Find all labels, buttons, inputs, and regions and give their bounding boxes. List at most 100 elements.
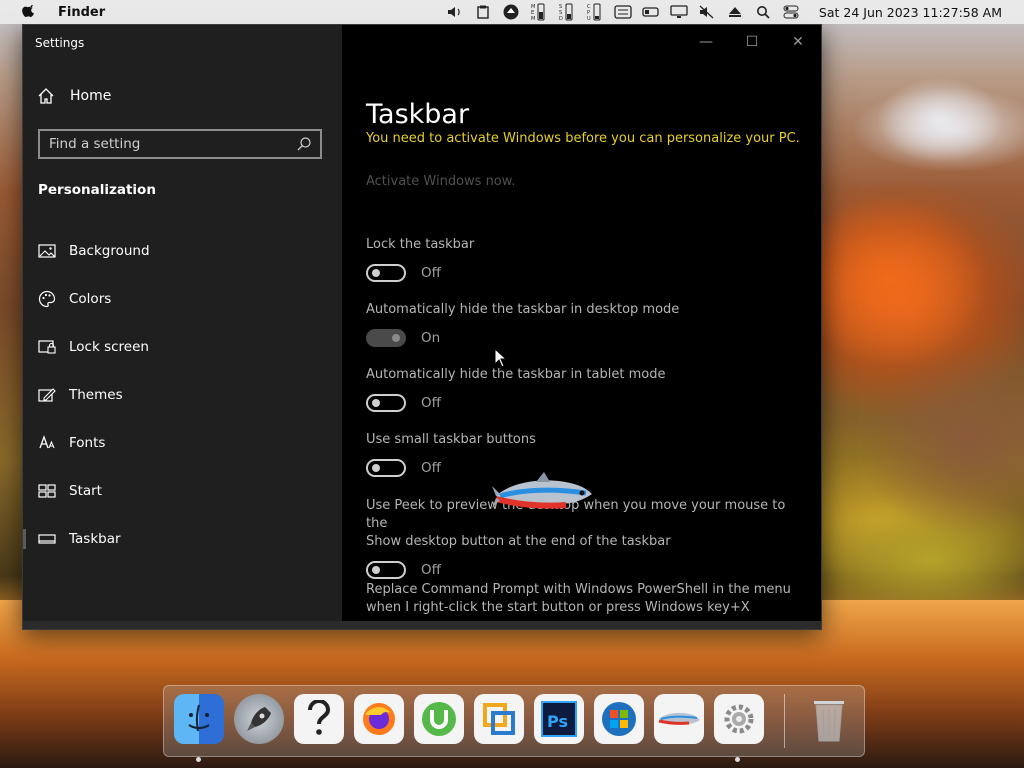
fish-sticker-icon [492,472,592,509]
memory-meter-icon[interactable]: MEM [528,3,550,22]
system-preferences-icon[interactable] [714,694,764,744]
setting-powershell: Replace Command Prompt with Windows Powe… [366,581,806,617]
nav-item-fonts[interactable]: Fonts [23,419,342,467]
dock-divider [784,694,785,748]
window-controls: — ☐ ✕ [683,25,821,59]
nav-item-label: Start [69,483,102,499]
apple-menu-icon[interactable] [22,5,36,19]
eject-icon[interactable] [724,3,746,21]
setting-label: Automatically hide the taskbar in tablet… [366,367,666,382]
fonts-icon [38,434,56,452]
setting-autohide-desktop: Automatically hide the taskbar in deskto… [366,301,806,347]
control-center-icon[interactable] [780,3,802,21]
toggle-state: On [421,330,441,346]
search-input[interactable] [40,135,296,153]
autohide-tablet-toggle[interactable] [366,394,406,412]
small-buttons-toggle[interactable] [366,459,406,477]
launchpad-icon[interactable] [234,694,284,744]
settings-content: — ☐ ✕ Taskbar You need to activate Windo… [342,25,821,621]
ssd-meter-icon[interactable]: SSD [556,3,578,22]
finder-icon[interactable] [174,694,224,744]
photoshop-icon[interactable]: Ps [534,694,584,744]
home-link[interactable]: Home [37,87,111,105]
nav-item-colors[interactable]: Colors [23,275,342,323]
search-icon[interactable] [296,136,312,152]
home-label: Home [70,88,112,104]
spotlight-icon[interactable] [752,3,774,21]
nav-item-label: Colors [69,291,112,307]
setting-label: Automatically hide the taskbar in deskto… [366,302,680,317]
nav-item-themes[interactable]: Themes [23,371,342,419]
menu-clock[interactable]: Sat 24 Jun 2023 11:27:58 AM [819,5,1002,20]
battery-icon[interactable] [640,3,662,21]
nav-item-taskbar[interactable]: Taskbar [23,515,342,563]
windows-icon[interactable] [594,694,644,744]
vmware-icon[interactable] [474,694,524,744]
start-icon [38,482,56,500]
nav-item-label: Lock screen [69,339,149,355]
trash-icon[interactable] [804,694,854,744]
active-app-name[interactable]: Finder [58,5,105,20]
window-bottom-border [23,621,821,629]
utorrent-icon[interactable] [414,694,464,744]
upload-icon[interactable] [500,3,522,21]
nav-item-start[interactable]: Start [23,467,342,515]
display-icon[interactable] [612,3,634,21]
mute-icon[interactable] [696,3,718,21]
menu-bar: Finder MEM SSD CPU Sat 24 Jun 2023 11:27… [0,0,1024,24]
nav-item-lock-screen[interactable]: Lock screen [23,323,342,371]
page-title: Taskbar [366,99,470,131]
clipboard-icon[interactable] [472,3,494,21]
taskbar-icon [38,530,56,548]
close-button[interactable]: ✕ [775,25,821,59]
activate-windows-link[interactable]: Activate Windows now. [366,174,515,189]
lock-taskbar-toggle[interactable] [366,264,406,282]
firefox-icon[interactable] [354,694,404,744]
svg-text:Ps: Ps [547,712,568,731]
help-icon[interactable] [294,694,344,744]
setting-label-line2: when I right-click the start button or p… [366,600,750,615]
settings-window: Settings Home Personalization Background [22,24,822,630]
monitor-icon[interactable] [668,3,690,21]
nav-item-label: Themes [69,387,123,403]
volume-icon[interactable] [444,3,466,21]
section-title: Personalization [38,182,156,198]
personalization-nav: Background Colors Lock screen Themes Fon… [23,227,342,563]
picture-icon [38,242,56,260]
nav-item-label: Taskbar [69,531,121,547]
svg-text:M: M [531,16,535,22]
nav-item-label: Fonts [69,435,106,451]
palette-icon [38,290,56,308]
toggle-state: Off [421,562,441,578]
status-area: MEM SSD CPU Sat 24 Jun 2023 11:27:58 AM [441,0,1024,24]
setting-lock-taskbar: Lock the taskbar Off [366,236,806,282]
window-title: Settings [35,36,85,50]
nav-item-label: Background [69,243,150,259]
cpu-meter-icon[interactable]: CPU [584,3,606,22]
toggle-state: Off [421,460,441,476]
nav-item-background[interactable]: Background [23,227,342,275]
setting-label: Use small taskbar buttons [366,432,536,447]
dock: Ps [163,685,865,757]
svg-text:U: U [587,16,591,22]
peek-toggle[interactable] [366,561,406,579]
setting-label-line1: Replace Command Prompt with Windows Powe… [366,582,791,597]
system-preferences-running-indicator [735,757,740,762]
settings-search-box[interactable] [38,129,322,159]
themes-icon [38,386,56,404]
maximize-button[interactable]: ☐ [729,25,775,59]
settings-sidebar: Settings Home Personalization Background [23,25,342,621]
mountain-ridge [820,60,1024,600]
home-icon [38,88,54,104]
toggle-state: Off [421,265,441,281]
minimize-button[interactable]: — [683,25,729,59]
lock-screen-icon [38,338,56,356]
setting-label-line2: Show desktop button at the end of the ta… [366,534,671,549]
autohide-desktop-toggle[interactable] [366,329,406,347]
svg-text:D: D [559,16,563,22]
setting-label: Lock the taskbar [366,237,475,252]
toggle-state: Off [421,395,441,411]
setting-autohide-tablet: Automatically hide the taskbar in tablet… [366,366,806,412]
fish-app-icon[interactable] [654,694,704,744]
mouse-cursor-icon [494,348,506,368]
